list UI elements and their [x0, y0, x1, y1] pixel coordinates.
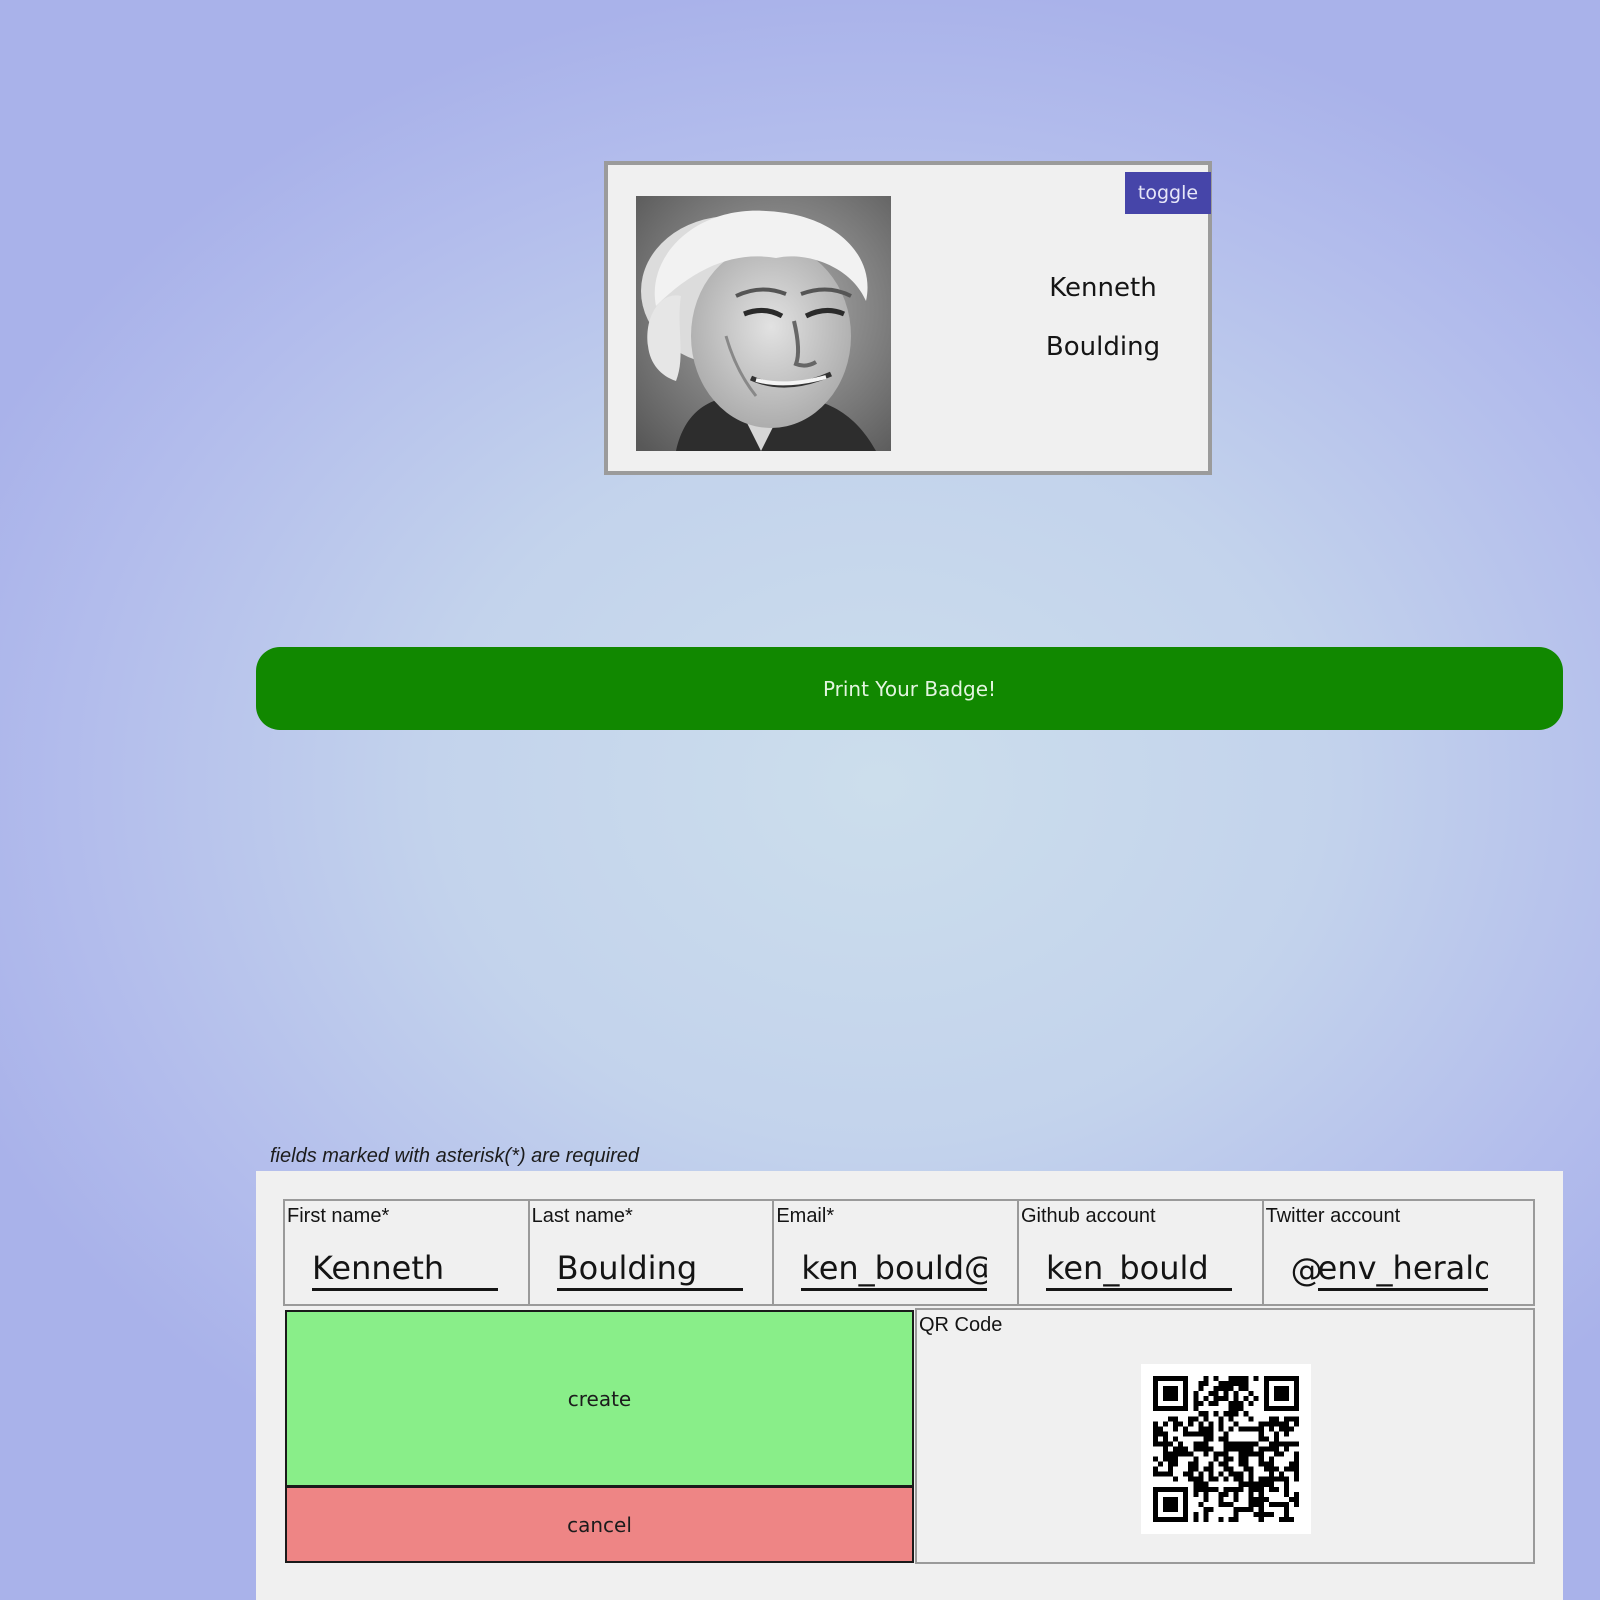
- actions-row: create cancel QR Code: [283, 1306, 1535, 1600]
- email-input[interactable]: [801, 1247, 988, 1291]
- qr-code-image: [1141, 1364, 1311, 1534]
- qr-code-label: QR Code: [919, 1314, 1003, 1336]
- last-name-label: Last name*: [531, 1205, 633, 1227]
- qr-code-icon: [1153, 1376, 1299, 1522]
- toggle-button[interactable]: toggle: [1125, 172, 1211, 214]
- cancel-button[interactable]: cancel: [285, 1486, 914, 1563]
- print-badge-button[interactable]: Print Your Badge!: [256, 647, 1563, 730]
- github-input[interactable]: [1045, 1247, 1232, 1291]
- last-name-input[interactable]: [556, 1247, 743, 1291]
- email-label: Email*: [776, 1205, 835, 1227]
- twitter-input[interactable]: [1317, 1247, 1488, 1291]
- qr-code-panel: QR Code: [915, 1308, 1535, 1564]
- first-name-label: First name*: [287, 1205, 390, 1227]
- twitter-label: Twitter account: [1265, 1205, 1401, 1227]
- github-label: Github account: [1020, 1205, 1156, 1227]
- fields-row: First name* Last name* Email* Github acc…: [283, 1199, 1535, 1306]
- badge-first-name: Kenneth: [1049, 273, 1157, 303]
- create-button[interactable]: create: [285, 1310, 914, 1487]
- email-field-group: Email*: [774, 1201, 1019, 1304]
- badge-preview: toggle Kenneth Boulding: [604, 161, 1212, 475]
- required-fields-note: fields marked with asterisk(*) are requi…: [270, 1145, 640, 1167]
- github-field-group: Github account: [1019, 1201, 1264, 1304]
- profile-photo: [636, 196, 891, 451]
- twitter-field-group: Twitter account @: [1264, 1201, 1533, 1304]
- badge-last-name: Boulding: [1045, 332, 1161, 362]
- first-name-field-group: First name*: [285, 1201, 530, 1304]
- badge-form: First name* Last name* Email* Github acc…: [256, 1171, 1563, 1600]
- last-name-field-group: Last name*: [530, 1201, 775, 1304]
- first-name-input[interactable]: [312, 1247, 498, 1291]
